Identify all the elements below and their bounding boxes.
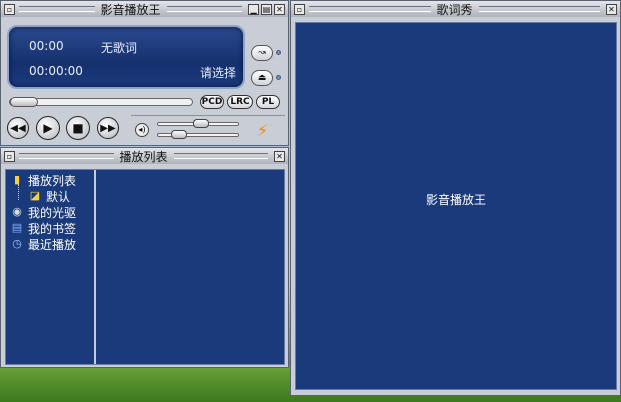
- playlist-toggle-button[interactable]: PL: [256, 95, 280, 109]
- close-button[interactable]: ✕: [606, 3, 618, 15]
- folder-icon: ▮: [13, 173, 21, 186]
- desktop-wallpaper: [0, 366, 292, 402]
- tree-item-label: 我的书签: [28, 221, 77, 236]
- mode-button[interactable]: ▤: [261, 3, 273, 15]
- title-grip: [478, 6, 601, 12]
- player-titlebar[interactable]: ▫ 影音播放王 ▁ ▤ ✕: [1, 1, 288, 17]
- playlist-panel: ▮ 播放列表 ◪ 默认 ◉ 我的光驱 ▤ 我的书签 ◷ 最近播放: [5, 169, 285, 365]
- stop-button[interactable]: ■: [66, 116, 90, 140]
- open-folder-icon: ◪: [29, 189, 41, 202]
- title-grip: [166, 6, 243, 12]
- player-title: 影音播放王: [100, 2, 161, 17]
- playlist-titlebar[interactable]: ▫ 播放列表 ✕: [1, 148, 288, 164]
- playlist-title: 播放列表: [119, 149, 168, 164]
- window-menu-button[interactable]: ▫: [4, 3, 15, 15]
- repeat-mode-button[interactable]: ↝: [251, 45, 273, 61]
- elapsed-time: 00:00: [29, 39, 64, 53]
- lyric-status: 无歌词: [101, 41, 138, 55]
- seek-knob[interactable]: [10, 97, 38, 107]
- rewind-icon: ◀◀: [10, 122, 26, 134]
- title-grip: [309, 6, 431, 12]
- lyrics-titlebar[interactable]: ▫ 歌词秀 ✕: [291, 1, 620, 17]
- stop-icon: ■: [72, 121, 84, 135]
- tree-item-playlist[interactable]: ▮ 播放列表: [9, 172, 76, 188]
- tree-item-label: 最近播放: [28, 237, 77, 252]
- title-grip: [19, 153, 114, 159]
- tree-item-default[interactable]: ◪ 默认: [27, 188, 70, 204]
- track-list[interactable]: [98, 170, 284, 364]
- previous-button[interactable]: ◀◀: [7, 117, 29, 139]
- title-grip: [19, 6, 95, 12]
- tree-item-label: 播放列表: [28, 173, 77, 188]
- tree-item-label: 我的光驱: [28, 205, 77, 220]
- playlist-tree: ▮ 播放列表 ◪ 默认 ◉ 我的光驱 ▤ 我的书签 ◷ 最近播放: [6, 170, 96, 364]
- lyrics-text: 影音播放王: [425, 193, 486, 207]
- player-display: 00:00 无歌词 00:00:00 请选择: [7, 25, 245, 89]
- next-button[interactable]: ▶▶: [97, 117, 119, 139]
- bookmark-icon: ▤: [11, 221, 23, 234]
- tree-item-label: 默认: [46, 189, 71, 204]
- cd-drive-icon: ◉: [12, 205, 22, 218]
- window-menu-button[interactable]: ▫: [294, 3, 305, 15]
- recent-icon: ◷: [12, 237, 22, 250]
- lrc-button[interactable]: LRC: [227, 95, 253, 109]
- speaker-icon[interactable]: ◂): [135, 123, 149, 137]
- tree-item-cd-drive[interactable]: ◉ 我的光驱: [9, 204, 76, 220]
- playlist-window: ▫ 播放列表 ✕ ▮ 播放列表 ◪ 默认 ◉ 我的光驱 ▤ 我的书签 ◷ 最近播…: [0, 147, 289, 368]
- seek-bar[interactable]: [9, 97, 193, 107]
- lyrics-title: 歌词秀: [436, 2, 473, 17]
- player-window: ▫ 影音播放王 ▁ ▤ ✕ 00:00 无歌词 00:00:00 请选择 ↝ ⏏…: [0, 0, 289, 146]
- indicator-led: [276, 50, 281, 55]
- balance-knob[interactable]: [171, 130, 187, 139]
- close-button[interactable]: ✕: [274, 150, 286, 162]
- lyrics-window: ▫ 歌词秀 ✕ 影音播放王: [290, 0, 621, 396]
- play-button[interactable]: ▶: [36, 116, 60, 140]
- play-icon: ▶: [43, 121, 53, 135]
- tree-item-bookmarks[interactable]: ▤ 我的书签: [9, 220, 76, 236]
- lightning-icon[interactable]: ⚡: [257, 121, 268, 140]
- eject-button[interactable]: ⏏: [251, 70, 273, 86]
- fast-forward-icon: ▶▶: [100, 122, 116, 134]
- title-grip: [173, 153, 269, 159]
- volume-knob[interactable]: [193, 119, 209, 128]
- pcd-button[interactable]: PCD: [200, 95, 224, 109]
- close-button[interactable]: ✕: [274, 3, 286, 15]
- tree-item-recent[interactable]: ◷ 最近播放: [9, 236, 76, 252]
- indicator-led: [276, 75, 281, 80]
- minimize-button[interactable]: ▁: [248, 3, 260, 15]
- window-menu-button[interactable]: ▫: [4, 150, 15, 162]
- lyrics-panel[interactable]: 影音播放王: [295, 22, 617, 390]
- balance-slider[interactable]: [157, 130, 239, 139]
- total-time: 00:00:00: [29, 64, 83, 78]
- volume-slider[interactable]: [157, 119, 239, 128]
- select-hint: 请选择: [200, 66, 237, 80]
